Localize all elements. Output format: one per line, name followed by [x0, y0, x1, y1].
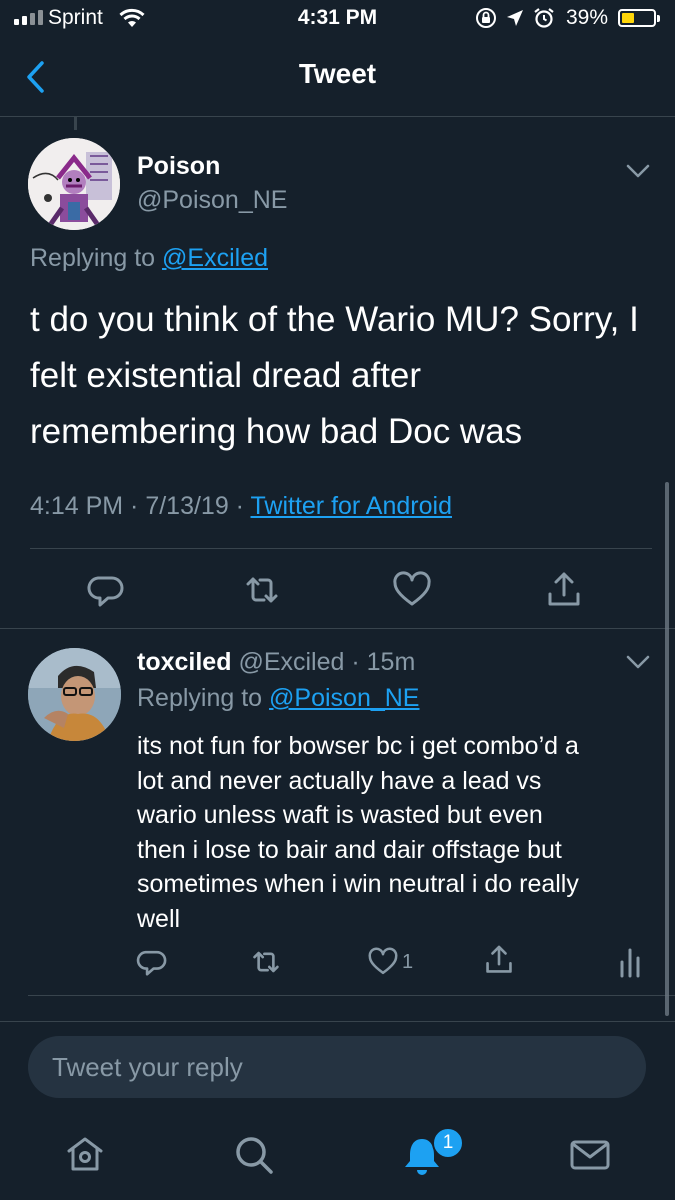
divider [0, 628, 675, 629]
chevron-down-icon [626, 655, 650, 669]
divider [28, 995, 675, 996]
tweet-menu-button[interactable] [626, 164, 650, 178]
tweet-text: t do you think of the Wario MU? Sorry, I… [30, 292, 650, 460]
page-title: Tweet [298, 58, 377, 89]
analytics-icon [620, 948, 640, 978]
status-bar: Sprint 4:31 PM 39% [0, 0, 675, 40]
reply-header: toxciled @Exciled · 15m [137, 648, 415, 677]
share-icon [548, 572, 580, 606]
tweet-menu-button[interactable] [626, 655, 650, 669]
analytics-button[interactable] [616, 944, 644, 980]
like-button[interactable] [390, 568, 434, 612]
reply-icon [87, 576, 124, 607]
author-name[interactable]: Poison [137, 152, 220, 181]
reply-button[interactable] [84, 568, 128, 612]
compose-divider [0, 1021, 675, 1022]
tab-home[interactable] [61, 1131, 109, 1179]
reply-button[interactable] [134, 944, 170, 980]
retweet-icon [253, 951, 279, 973]
author-name[interactable]: toxciled [137, 648, 231, 676]
reply-text-line: its not fun for bowser bc i get combo’d … [137, 732, 579, 760]
chevron-down-icon [626, 164, 650, 178]
battery-percent: 39% [566, 6, 609, 29]
alarm-icon [534, 8, 554, 28]
tweet-text-line: t do you think of the Wario MU? Sorry, I [30, 300, 639, 339]
reply-text-line: then i lose to bair and dair offstage bu… [137, 835, 562, 864]
replying-to-prefix: Replying to [137, 684, 263, 712]
tweet-source-link[interactable]: Twitter for Android [251, 492, 452, 520]
replying-to: Replying to @Poison_NE [137, 684, 419, 713]
header-divider [0, 116, 675, 117]
tab-search[interactable] [230, 1131, 278, 1179]
messages-icon [570, 1140, 610, 1170]
replying-to-link[interactable]: @Exciled [162, 244, 268, 272]
retweet-icon [246, 577, 278, 603]
share-button[interactable] [542, 568, 586, 612]
divider [30, 548, 652, 549]
tweet-meta: 4:14 PM · 7/13/19 · Twitter for Android [30, 492, 452, 521]
reply-text-line: well [137, 904, 181, 933]
share-icon [486, 945, 512, 973]
reply-compose-field[interactable] [28, 1036, 646, 1098]
author-handle[interactable]: @Exciled [238, 648, 344, 676]
orientation-lock-icon [476, 8, 496, 28]
replying-to-link[interactable]: @Poison_NE [269, 684, 419, 712]
home-icon [67, 1137, 103, 1171]
retweet-button[interactable] [248, 944, 284, 980]
avatar[interactable] [28, 648, 121, 741]
reply-icon [136, 950, 167, 976]
replying-to-prefix: Replying to [30, 244, 156, 272]
tweet-timestamp: 4:14 PM · 7/13/19 · [30, 492, 251, 520]
tab-messages[interactable] [566, 1131, 614, 1179]
like-icon [393, 571, 431, 606]
reply-text-line: sometimes when i win neutral i do really [137, 870, 579, 898]
tweet-text-line: remembering how bad Doc was [30, 412, 523, 451]
battery-icon [618, 9, 660, 27]
tweet-text-line: felt existential dread after [30, 356, 422, 395]
share-button[interactable] [481, 942, 517, 978]
retweet-button[interactable] [240, 568, 284, 612]
reply-text: its not fun for bowser bc i get combo’d … [137, 729, 657, 936]
like-button[interactable]: 1 [366, 944, 422, 980]
reply-text-line: wario unless waft is wasted but even [137, 801, 543, 829]
reply-text-line: lot and never actually have a lead vs [137, 766, 542, 795]
avatar[interactable] [28, 138, 120, 230]
reply-input[interactable] [28, 1036, 646, 1098]
tweet-age: · 15m [351, 648, 416, 676]
replying-to: Replying to @Exciled [30, 244, 268, 273]
like-count: 1 [402, 950, 414, 973]
thread-connector [74, 116, 77, 130]
scrollbar[interactable] [665, 482, 669, 1016]
location-icon [507, 10, 523, 26]
like-icon [368, 947, 398, 975]
author-handle[interactable]: @Poison_NE [137, 186, 287, 215]
notification-badge: 1 [432, 1127, 464, 1159]
search-icon [236, 1137, 273, 1174]
